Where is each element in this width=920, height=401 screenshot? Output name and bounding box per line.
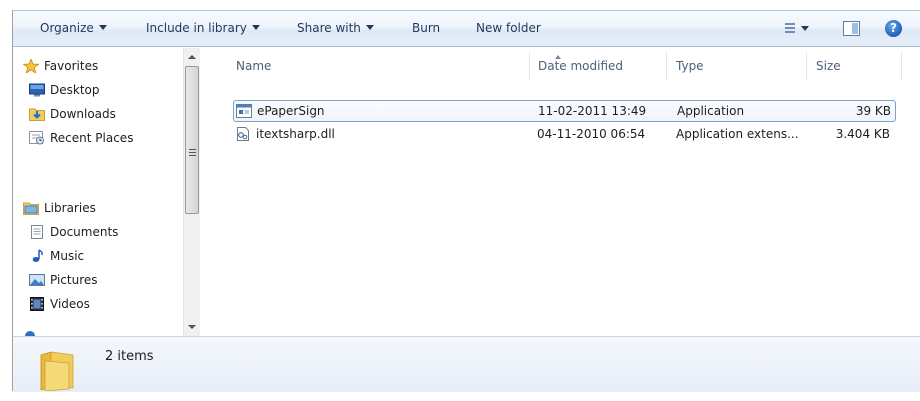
file-row[interactable]: itextsharp.dll 04-11-2010 06:54 Applicat… xyxy=(233,124,896,146)
nav-item-label: Downloads xyxy=(50,107,116,121)
nav-item-label: Videos xyxy=(50,297,90,311)
nav-libraries-label: Libraries xyxy=(44,201,96,215)
organize-label: Organize xyxy=(40,21,94,35)
chevron-down-icon xyxy=(801,26,809,31)
file-size: 39 KB xyxy=(855,104,891,118)
downloads-icon xyxy=(29,108,45,121)
file-row[interactable]: ePaperSign 11-02-2011 13:49 Application … xyxy=(233,100,896,122)
chevron-down-icon xyxy=(365,25,374,30)
new-folder-button[interactable]: New folder xyxy=(476,11,541,46)
desktop-icon xyxy=(29,83,45,97)
nav-item-label: Music xyxy=(50,249,85,263)
help-icon[interactable]: ? xyxy=(885,20,902,37)
share-with-label: Share with xyxy=(297,21,361,35)
include-in-library-button[interactable]: Include in library xyxy=(146,11,260,46)
command-bar: Organize Include in library Share with B… xyxy=(13,11,920,47)
column-header-type[interactable]: Type xyxy=(676,48,704,84)
nav-item-label: Recent Places xyxy=(50,131,134,145)
column-header-name[interactable]: Name xyxy=(236,48,271,84)
nav-item-label: Pictures xyxy=(50,273,98,287)
column-header-date[interactable]: Date modified xyxy=(538,48,623,84)
application-icon xyxy=(236,104,252,118)
column-separator[interactable] xyxy=(901,52,902,80)
star-icon xyxy=(23,59,39,73)
views-icon[interactable] xyxy=(781,22,811,36)
column-header-size-label: Size xyxy=(816,59,841,73)
file-name: itextsharp.dll xyxy=(256,127,335,141)
new-folder-label: New folder xyxy=(476,21,541,35)
item-count: 2 items xyxy=(105,349,154,364)
column-separator[interactable] xyxy=(666,52,667,80)
file-date: 04-11-2010 06:54 xyxy=(537,127,646,141)
dll-icon xyxy=(237,127,249,141)
file-size: 3.404 KB xyxy=(835,127,890,141)
scroll-down-icon[interactable] xyxy=(188,325,196,329)
burn-label: Burn xyxy=(412,21,441,35)
column-header-size[interactable]: Size xyxy=(816,48,841,84)
chevron-down-icon xyxy=(251,25,260,30)
preview-pane-icon[interactable] xyxy=(843,21,860,36)
column-separator[interactable] xyxy=(529,52,530,80)
explorer-window: Organize Include in library Share with B… xyxy=(12,10,920,392)
navigation-pane: Favorites Desktop Downloads Recent Place… xyxy=(13,48,199,336)
include-in-library-label: Include in library xyxy=(146,21,247,35)
column-header-date-label: Date modified xyxy=(538,59,624,73)
share-with-button[interactable]: Share with xyxy=(297,11,374,46)
music-icon xyxy=(32,249,43,262)
libraries-icon xyxy=(23,202,39,215)
videos-icon xyxy=(30,297,44,311)
details-pane: 2 items xyxy=(13,336,920,392)
file-type: Application extens... xyxy=(676,127,799,141)
nav-favorites-label: Favorites xyxy=(44,59,99,73)
column-header-type-label: Type xyxy=(676,59,704,73)
scroll-thumb[interactable] xyxy=(185,66,199,214)
file-date: 11-02-2011 13:49 xyxy=(538,104,647,118)
chevron-down-icon xyxy=(98,25,107,30)
nav-item-label: Desktop xyxy=(50,83,100,97)
pictures-icon xyxy=(29,274,45,286)
burn-button[interactable]: Burn xyxy=(412,11,440,46)
recent-places-icon xyxy=(29,131,44,145)
scroll-up-icon[interactable] xyxy=(188,55,196,59)
column-header-name-label: Name xyxy=(236,59,272,73)
file-list: Name Date modified Type Size ePaperSign … xyxy=(200,48,920,336)
column-separator[interactable] xyxy=(806,52,807,80)
documents-icon xyxy=(31,225,43,239)
file-type: Application xyxy=(677,104,745,118)
nav-item-label: Documents xyxy=(50,225,119,239)
folder-icon xyxy=(40,351,74,391)
nav-scrollbar[interactable] xyxy=(183,48,200,336)
file-name: ePaperSign xyxy=(257,104,325,118)
organize-button[interactable]: Organize xyxy=(40,11,107,46)
